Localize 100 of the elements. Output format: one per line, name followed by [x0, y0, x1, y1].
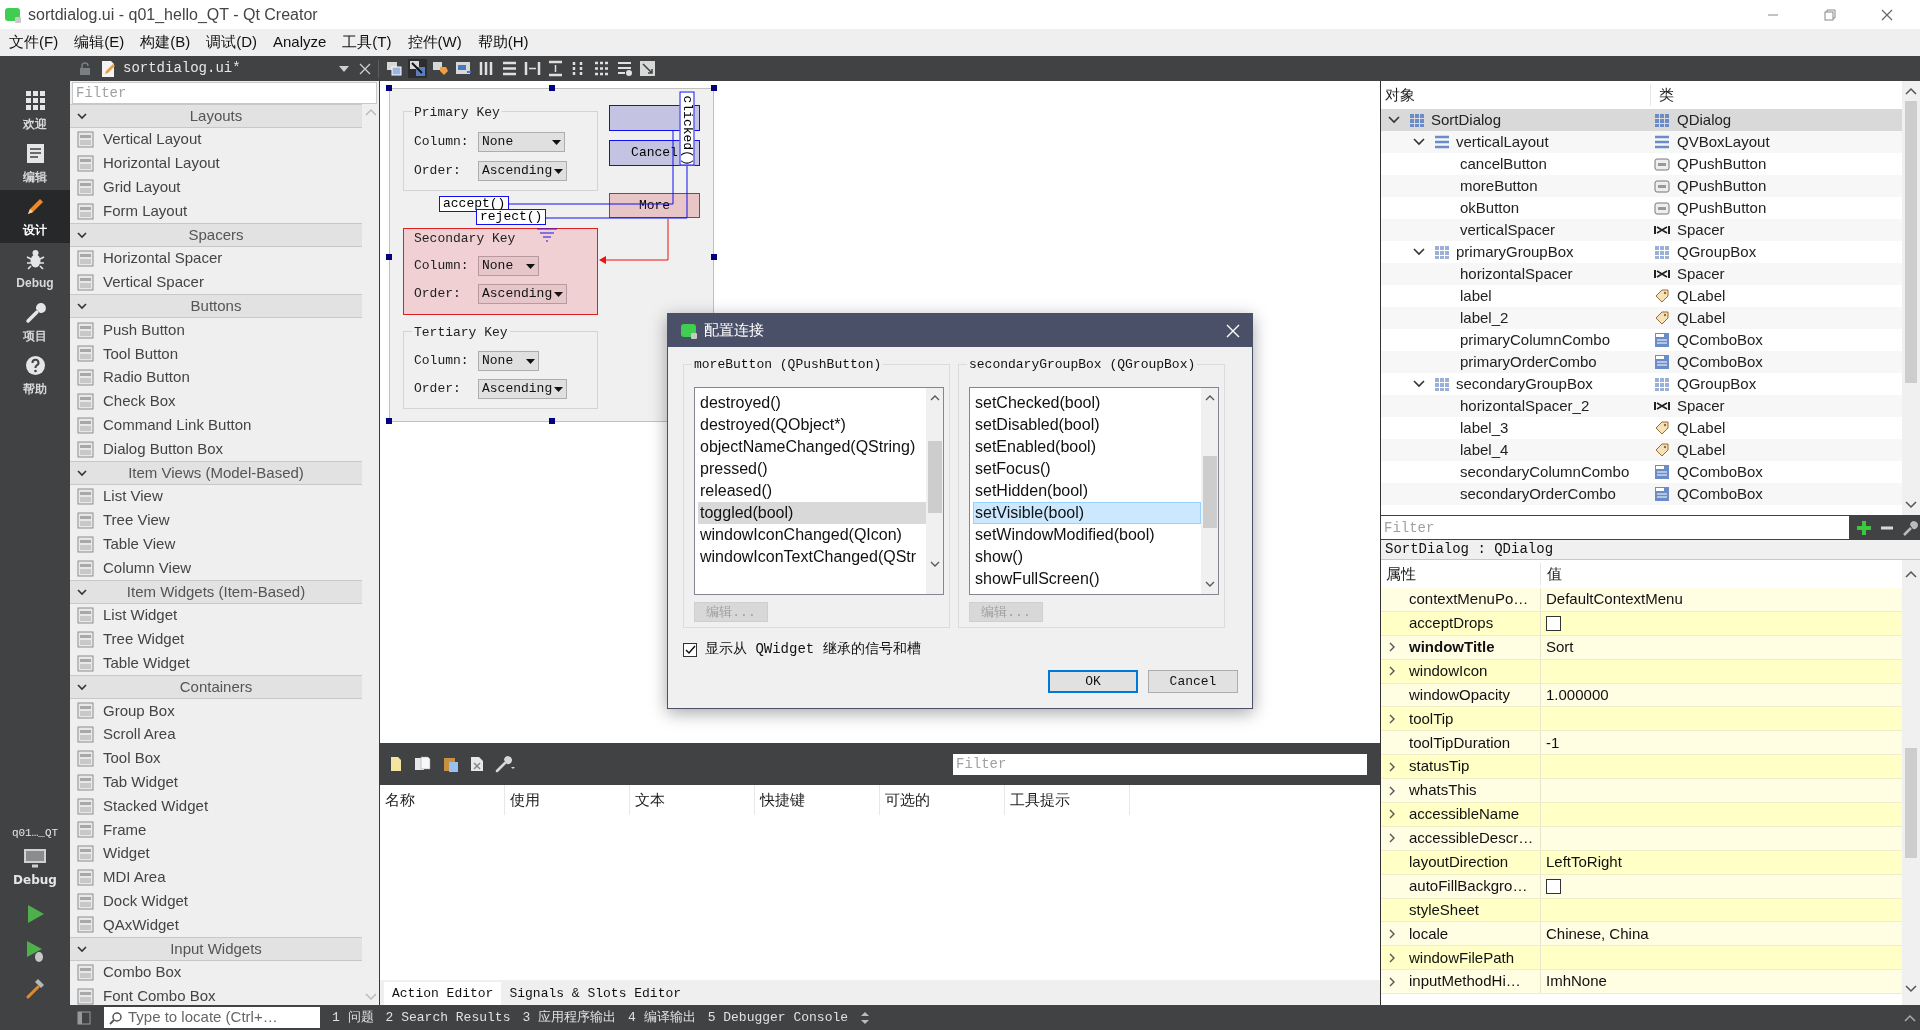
new-document-icon[interactable]	[388, 755, 404, 773]
widget-item[interactable]: Dock Widget	[103, 889, 189, 913]
widget-item[interactable]: Stacked Widget	[103, 794, 209, 818]
widget-item[interactable]: QAxWidget	[103, 913, 179, 937]
list-item[interactable]: setFocus()	[973, 458, 1201, 480]
mode-button[interactable]: 欢迎	[0, 84, 70, 137]
dropdown-caret-icon[interactable]	[338, 65, 349, 72]
list-item[interactable]: setEnabled(bool)	[973, 436, 1201, 458]
combo-box[interactable]: None	[478, 351, 539, 371]
widget-item[interactable]: Grid Layout	[103, 176, 181, 199]
scroll-up-icon[interactable]	[1204, 394, 1215, 401]
widget-item[interactable]: Scroll Area	[103, 723, 176, 746]
tree-row[interactable]: verticalLayout QVBoxLayout	[1381, 131, 1902, 153]
scroll-up-icon[interactable]	[1904, 1013, 1916, 1022]
widget-item[interactable]: Check Box	[103, 390, 176, 413]
widget-item[interactable]: List View	[103, 485, 163, 508]
connection-label[interactable]: reject()	[476, 209, 546, 225]
scrollbar-thumb[interactable]	[1202, 456, 1217, 528]
property-value[interactable]: Chinese, China	[1546, 922, 1649, 946]
widget-item[interactable]: Tree View	[103, 509, 170, 532]
column-header[interactable]: 类	[1651, 83, 1674, 107]
connection-label[interactable]: accept()	[439, 196, 509, 212]
menu-item[interactable]: 调试(D)	[198, 31, 265, 54]
widget-item[interactable]: Table Widget	[103, 651, 190, 675]
widget-item[interactable]: Frame	[103, 818, 147, 842]
tree-row[interactable]: secondaryOrderCombo QComboBox	[1381, 483, 1902, 505]
tree-row[interactable]: SortDialog QDialog	[1381, 109, 1902, 131]
mode-button[interactable]: 编辑	[0, 137, 70, 190]
signal-slot-icon[interactable]	[407, 59, 427, 78]
list-item[interactable]: setWindowModified(bool)	[973, 524, 1201, 546]
checkbox[interactable]	[1546, 878, 1561, 894]
widget-item[interactable]: Tree Widget	[103, 628, 185, 651]
debug-run-icon[interactable]	[24, 939, 46, 963]
resize-handle[interactable]	[386, 418, 392, 424]
list-item[interactable]: destroyed(QObject*)	[698, 414, 926, 436]
resize-handle[interactable]	[711, 85, 717, 91]
mode-button[interactable]: 设计	[0, 190, 70, 243]
output-pane-button[interactable]: 1 问题	[332, 1007, 374, 1028]
list-item[interactable]: windowIconTextChanged(QStr	[698, 546, 926, 568]
widget-item[interactable]: Push Button	[103, 318, 185, 342]
scroll-down-icon[interactable]	[1905, 501, 1917, 509]
dialog-button[interactable]: OK	[1048, 670, 1138, 693]
widget-item[interactable]: List Widget	[103, 604, 178, 627]
widget-item[interactable]: Combo Box	[103, 961, 182, 984]
property-value[interactable]: ImhNone	[1546, 970, 1607, 993]
list-item[interactable]: objectNameChanged(QString)	[698, 436, 926, 458]
list-box[interactable]: destroyed() destroyed(QObject*) objectNameChanged(QString) pressed() released() toggled(bool) windowIconChanged(QIcon) windowIconTextChanged(QStr	[694, 387, 944, 595]
category-header[interactable]: Buttons	[70, 294, 362, 319]
list-item[interactable]: windowIconChanged(QIcon)	[698, 524, 926, 546]
tab[interactable]: Action Editor	[384, 982, 502, 1005]
output-pane-button[interactable]: 2 Search Results	[385, 1007, 511, 1028]
adjust-size-icon[interactable]	[637, 59, 657, 78]
property-value[interactable]: DefaultContextMenu	[1546, 588, 1683, 611]
filter-field[interactable]: Filter	[953, 753, 1367, 775]
scrollbar-thumb[interactable]	[1905, 101, 1917, 383]
scrollbar-thumb[interactable]	[927, 441, 942, 513]
tree-row[interactable]: verticalSpacer Spacer	[1381, 219, 1902, 241]
menu-item[interactable]: 控件(W)	[399, 31, 470, 54]
widget-item[interactable]: Widget	[103, 842, 150, 865]
list-item[interactable]: setHidden(bool)	[973, 480, 1201, 502]
scroll-down-icon[interactable]	[1204, 581, 1215, 588]
filter-field[interactable]: Filter	[72, 82, 377, 104]
menu-item[interactable]: Analyze	[265, 31, 335, 54]
output-pane-button[interactable]: 4 编译输出	[628, 1007, 696, 1028]
combo-box[interactable]: Ascending	[478, 284, 567, 304]
column-header[interactable]: 对象	[1381, 83, 1651, 107]
column-header[interactable]: 属性	[1381, 562, 1541, 586]
menu-item[interactable]: 编辑(E)	[66, 31, 133, 54]
combo-box[interactable]: Ascending	[478, 161, 567, 181]
category-header[interactable]: Input Widgets	[70, 936, 362, 961]
menu-item[interactable]: 构建(B)	[132, 31, 199, 54]
paste-icon[interactable]	[442, 755, 460, 773]
tree-row[interactable]: label_4 QLabel	[1381, 439, 1902, 461]
add-icon[interactable]	[1855, 518, 1873, 537]
column-header[interactable]: 文本	[630, 785, 755, 815]
tree-row[interactable]: moreButton QPushButton	[1381, 175, 1902, 197]
tree-row[interactable]: horizontalSpacer_2 Spacer	[1381, 395, 1902, 417]
file-name[interactable]: sortdialog.ui*	[123, 58, 241, 79]
list-item[interactable]: pressed()	[698, 458, 926, 480]
scrollbar-thumb[interactable]	[1905, 748, 1917, 858]
build-config[interactable]: Debug	[0, 871, 70, 889]
widget-item[interactable]: Tab Widget	[103, 770, 179, 794]
property-value[interactable]: -1	[1546, 731, 1560, 755]
column-header[interactable]: 名称	[380, 785, 505, 815]
combo-box[interactable]: Ascending	[478, 379, 567, 399]
list-item[interactable]: show()	[973, 546, 1201, 568]
connection-label[interactable]: clicked()	[679, 91, 695, 166]
list-item[interactable]: showFullScreen()	[973, 568, 1201, 590]
column-header[interactable]: 快捷键	[755, 785, 880, 815]
hammer-icon[interactable]	[24, 977, 46, 999]
list-box[interactable]: setChecked(bool) setDisabled(bool) setEnabled(bool) setFocus() setHidden(bool) setVisible(bool) setWindowModified(bool) show() showFullScreen()	[969, 387, 1219, 595]
widget-item[interactable]: Table View	[103, 533, 176, 556]
tree-row[interactable]: primaryOrderCombo QComboBox	[1381, 351, 1902, 373]
widget-item[interactable]: Command Link Button	[103, 414, 252, 437]
resize-handle[interactable]	[549, 85, 555, 91]
widget-item[interactable]: Vertical Spacer	[103, 271, 204, 294]
category-header[interactable]: Item Views (Model-Based)	[70, 460, 362, 485]
widget-item[interactable]: Font Combo Box	[103, 985, 216, 1005]
list-item[interactable]: toggled(bool)	[698, 502, 926, 524]
dialog-button[interactable]: Cancel	[1148, 670, 1238, 693]
